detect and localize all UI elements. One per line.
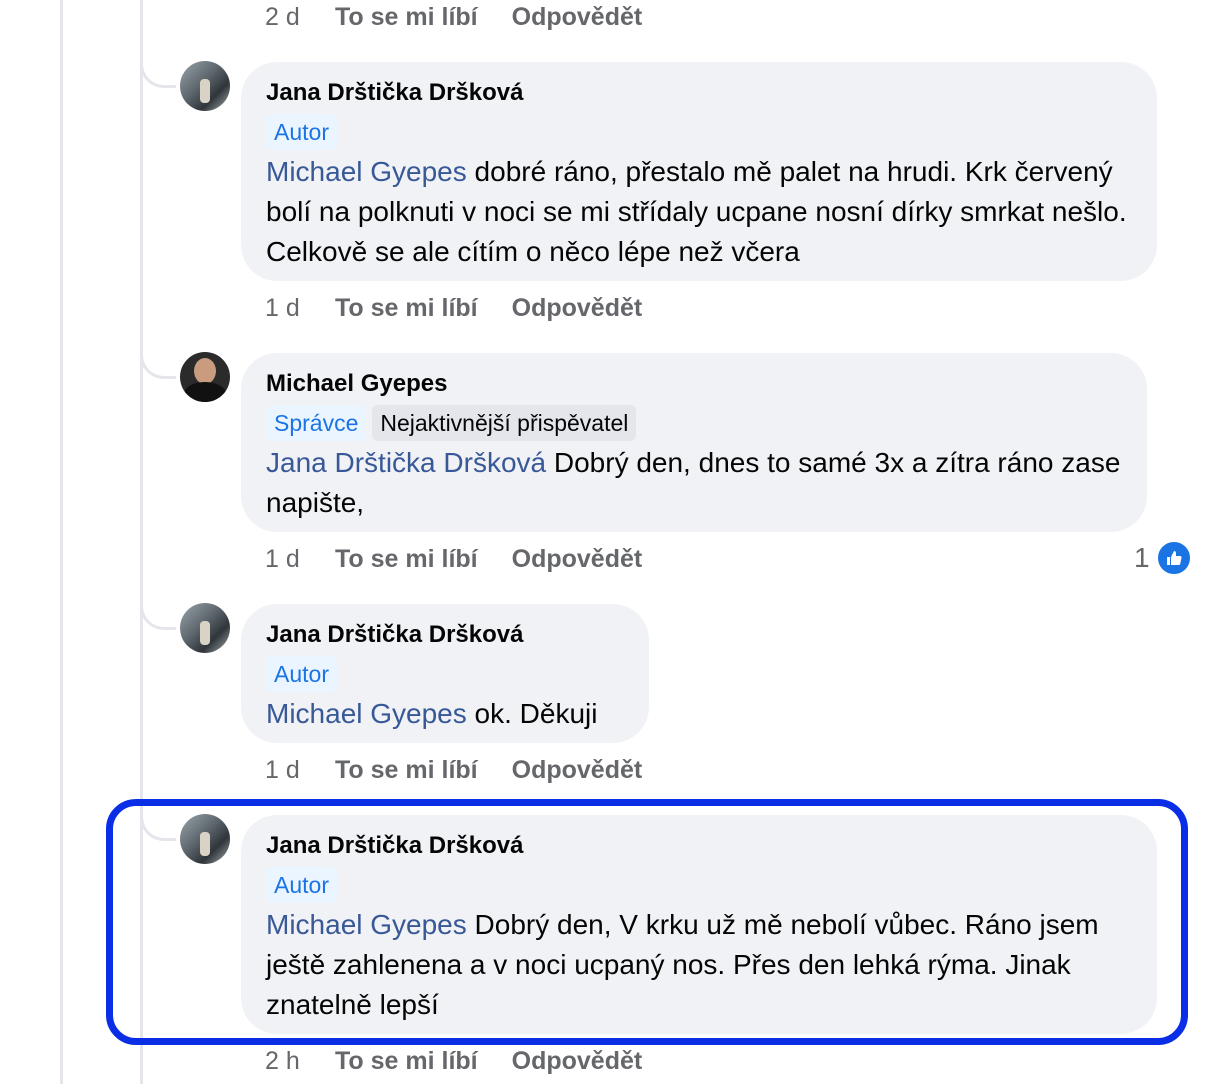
- thread-line-outer: [60, 0, 63, 1084]
- avatar[interactable]: [180, 603, 230, 653]
- avatar[interactable]: [180, 352, 230, 402]
- like-button[interactable]: To se mi líbí: [335, 1047, 478, 1076]
- comment-actions: 2 h To se mi líbí Odpovědět: [265, 1044, 676, 1078]
- author-badge: Autor: [266, 114, 337, 150]
- reply-button[interactable]: Odpovědět: [512, 1047, 643, 1076]
- comment-time[interactable]: 1 d: [265, 756, 335, 785]
- comment-bubble: Michael Gyepes Správce Nejaktivnější při…: [241, 353, 1147, 532]
- avatar[interactable]: [180, 61, 230, 111]
- badge-row: Autor: [266, 656, 625, 692]
- reply-button[interactable]: Odpovědět: [512, 756, 643, 785]
- comment-bubble: Jana Drštička Dršková Autor Michael Gyep…: [241, 62, 1157, 281]
- reply-button[interactable]: Odpovědět: [512, 294, 643, 323]
- comment-text: Jana Drštička Dršková Dobrý den, dnes to…: [266, 443, 1123, 523]
- reply-button[interactable]: Odpovědět: [512, 3, 643, 32]
- badge-row: Správce Nejaktivnější přispěvatel: [266, 405, 1123, 441]
- comment-text: Michael Gyepes dobré ráno, přestalo mě p…: [266, 152, 1133, 272]
- comment-author[interactable]: Jana Drštička Dršková: [266, 78, 1133, 108]
- comment-time[interactable]: 2 d: [265, 3, 335, 32]
- mention-link[interactable]: Michael Gyepes: [266, 156, 467, 187]
- thread-connector: [140, 52, 176, 88]
- badge-row: Autor: [266, 114, 1133, 150]
- mention-link[interactable]: Jana Drštička Dršková: [266, 447, 546, 478]
- comment-bubble: Jana Drštička Dršková Autor Michael Gyep…: [241, 604, 649, 743]
- comment-author[interactable]: Jana Drštička Dršková: [266, 620, 625, 650]
- reply-button[interactable]: Odpovědět: [512, 545, 643, 574]
- comment-time[interactable]: 1 d: [265, 545, 335, 574]
- highlight-frame: [106, 799, 1188, 1045]
- comment-time[interactable]: 2 h: [265, 1047, 335, 1076]
- thumbs-up-icon: [1155, 540, 1192, 576]
- comment-author[interactable]: Michael Gyepes: [266, 369, 1123, 399]
- reaction-summary[interactable]: 1: [1134, 540, 1192, 576]
- comment-body: ok. Děkuji: [466, 698, 598, 729]
- comment-text: Michael Gyepes ok. Děkuji: [266, 694, 625, 734]
- author-badge: Autor: [266, 656, 337, 692]
- thread-connector: [140, 343, 176, 379]
- top-contributor-badge: Nejaktivnější přispěvatel: [372, 405, 637, 441]
- comment-actions: 1 d To se mi líbí Odpovědět: [265, 542, 676, 576]
- reaction-count: 1: [1134, 542, 1150, 573]
- like-button[interactable]: To se mi líbí: [335, 545, 478, 574]
- comment-actions: 1 d To se mi líbí Odpovědět: [265, 291, 676, 325]
- like-button[interactable]: To se mi líbí: [335, 3, 478, 32]
- mention-link[interactable]: Michael Gyepes: [266, 698, 467, 729]
- thread-connector: [140, 594, 176, 630]
- comment-actions: 1 d To se mi líbí Odpovědět: [265, 753, 676, 787]
- like-button[interactable]: To se mi líbí: [335, 294, 478, 323]
- like-button[interactable]: To se mi líbí: [335, 756, 478, 785]
- comment-actions: 2 d To se mi líbí Odpovědět: [265, 0, 676, 34]
- comment-time[interactable]: 1 d: [265, 294, 335, 323]
- admin-badge: Správce: [266, 405, 367, 441]
